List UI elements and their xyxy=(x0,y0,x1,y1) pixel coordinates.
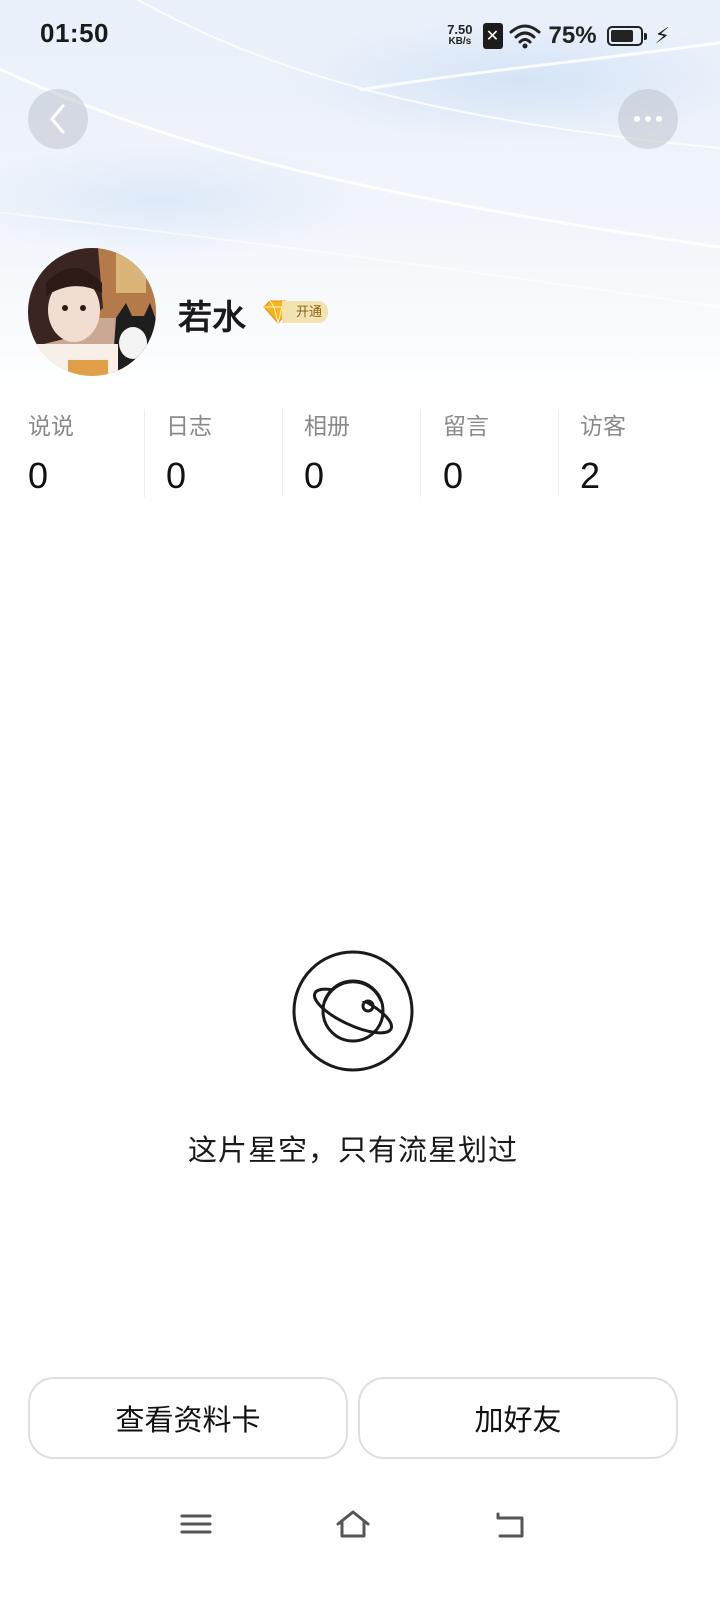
stat-label: 说说 xyxy=(28,413,74,439)
stat-album[interactable]: 相册 0 xyxy=(304,405,424,497)
profile-name: 若水 xyxy=(178,299,246,337)
menu-icon[interactable] xyxy=(178,1508,214,1540)
stats-row: 说说 0 日志 0 相册 0 留言 0 访客 2 xyxy=(0,405,720,497)
more-button[interactable] xyxy=(618,89,678,149)
status-icons: 7.50 KB/s ✕ 75% ⚡︎ xyxy=(447,20,670,52)
net-speed: 7.50 KB/s xyxy=(447,22,473,48)
system-nav-bar xyxy=(0,1490,720,1560)
stat-label: 留言 xyxy=(443,413,489,439)
planet-icon xyxy=(292,950,414,1072)
stat-value: 2 xyxy=(580,455,601,496)
stat-label: 访客 xyxy=(580,413,626,439)
wifi-icon xyxy=(509,24,540,49)
add-friend-button[interactable]: 加好友 xyxy=(358,1377,678,1459)
status-time: 01:50 xyxy=(40,18,109,48)
vip-badge[interactable]: 开通 xyxy=(262,299,329,325)
net-speed-unit: KB/s xyxy=(448,36,472,47)
net-speed-value: 7.50 xyxy=(447,22,473,37)
stat-value: 0 xyxy=(443,455,464,496)
stat-value: 0 xyxy=(304,455,325,496)
battery-percent: 75% xyxy=(548,22,597,49)
stat-shuoshuo[interactable]: 说说 0 xyxy=(28,405,148,497)
more-dots-icon xyxy=(634,116,662,122)
home-icon[interactable] xyxy=(335,1508,371,1540)
back-icon[interactable] xyxy=(492,1508,528,1540)
stat-label: 相册 xyxy=(304,413,350,439)
battery-icon xyxy=(606,26,647,46)
chevron-left-icon xyxy=(50,104,65,134)
back-button[interactable] xyxy=(28,89,88,149)
sim-icon: ✕ xyxy=(482,23,503,49)
stat-visitors[interactable]: 访客 2 xyxy=(580,405,700,497)
stat-divider xyxy=(420,409,421,497)
stat-blog[interactable]: 日志 0 xyxy=(166,405,286,497)
empty-state-message: 这片星空，只有流星划过 xyxy=(187,1135,518,1167)
stat-messages[interactable]: 留言 0 xyxy=(443,405,563,497)
stat-divider xyxy=(558,409,559,497)
stat-divider xyxy=(282,409,283,497)
stat-label: 日志 xyxy=(166,413,212,439)
avatar[interactable] xyxy=(28,248,156,376)
status-bar: 01:50 7.50 KB/s ✕ 75% ⚡︎ xyxy=(0,0,720,72)
stat-value: 0 xyxy=(28,455,49,496)
charging-bolt-icon: ⚡︎ xyxy=(654,23,670,48)
stat-value: 0 xyxy=(166,455,187,496)
view-profile-card-button[interactable]: 查看资料卡 xyxy=(28,1377,348,1459)
vip-open-label: 开通 xyxy=(282,301,329,323)
stat-divider xyxy=(144,409,145,497)
